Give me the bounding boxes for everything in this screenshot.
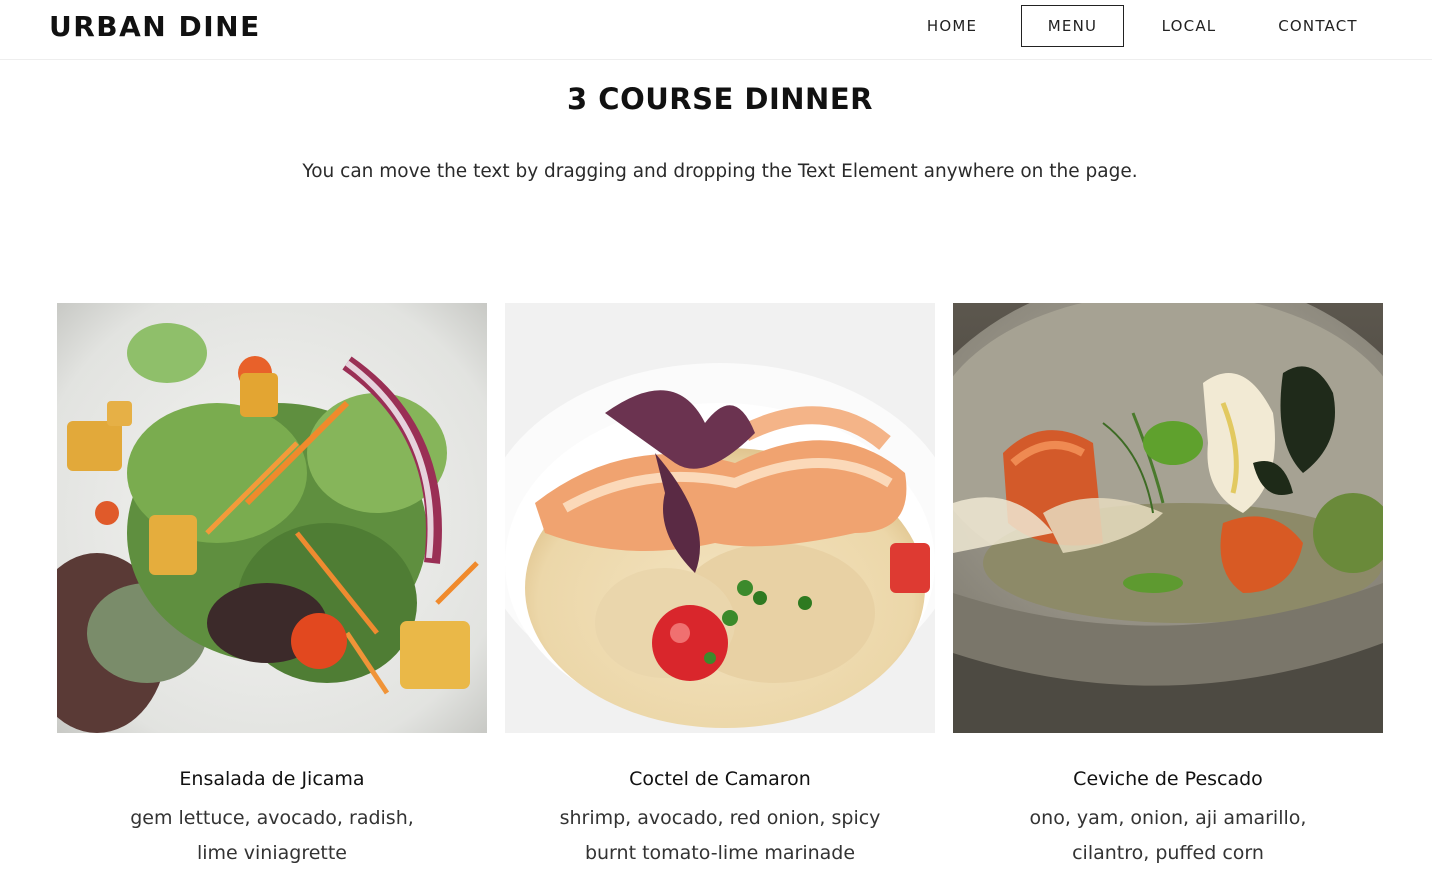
dish-description-line: gem lettuce, avocado, radish, (130, 807, 414, 829)
dish-description: gem lettuce, avocado, radish, lime vinia… (57, 801, 487, 871)
dish-name: Coctel de Camaron (629, 768, 811, 790)
dish-card: Coctel de Camaron shrimp, avocado, red o… (505, 303, 935, 871)
dish-description: shrimp, avocado, red onion, spicy burnt … (505, 801, 935, 871)
nav-local[interactable]: LOCAL (1134, 5, 1244, 47)
page-title: 3 COURSE DINNER (567, 82, 873, 116)
ceviche-photo (953, 303, 1383, 733)
intro-text: You can move the text by dragging and dr… (302, 161, 1138, 182)
dish-description-line: shrimp, avocado, red onion, spicy (559, 807, 881, 829)
site-header: URBAN DINE HOME MENU LOCAL CONTACT (0, 0, 1432, 60)
nav-menu[interactable]: MENU (1021, 5, 1124, 47)
shrimp-photo (505, 303, 935, 733)
dish-description-line: cilantro, puffed corn (1072, 842, 1264, 864)
dish-card: Ensalada de Jicama gem lettuce, avocado,… (57, 303, 487, 871)
salad-photo (57, 303, 487, 733)
dish-description: ono, yam, onion, aji amarillo, cilantro,… (953, 801, 1383, 871)
dish-name: Ceviche de Pescado (1073, 768, 1263, 790)
dish-description-line: ono, yam, onion, aji amarillo, (1029, 807, 1307, 829)
dish-description-line: burnt tomato-lime marinade (584, 842, 856, 864)
dish-card: Ceviche de Pescado ono, yam, onion, aji … (953, 303, 1383, 871)
nav-contact[interactable]: CONTACT (1254, 5, 1382, 47)
dish-name: Ensalada de Jicama (179, 768, 365, 790)
dish-description-line: lime viniagrette (196, 842, 347, 864)
site-logo[interactable]: URBAN DINE (49, 9, 261, 45)
nav-home[interactable]: HOME (893, 5, 1011, 47)
